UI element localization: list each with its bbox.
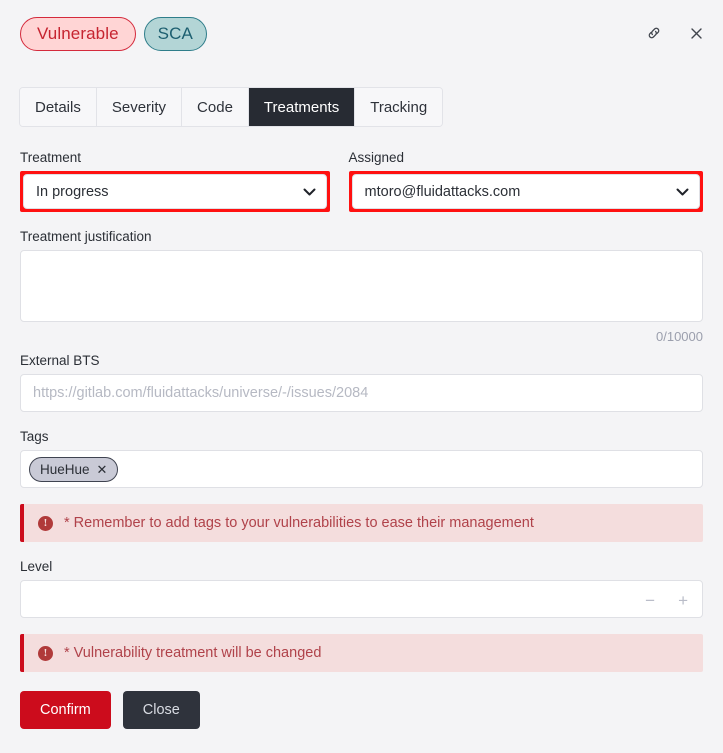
minus-icon[interactable]: − — [645, 592, 655, 609]
level-stepper-buttons: − + — [645, 581, 688, 619]
vulnerability-treatment-modal: Vulnerable SCA Details Severity Code Tre… — [0, 0, 723, 753]
justification-field-group: Treatment justification 0/10000 — [0, 229, 723, 344]
form-actions: Confirm Close — [20, 691, 200, 729]
tags-label: Tags — [20, 429, 49, 444]
external-bts-input[interactable] — [20, 374, 703, 412]
status-badges: Vulnerable SCA — [20, 17, 207, 51]
tab-tracking[interactable]: Tracking — [355, 88, 443, 126]
tab-code[interactable]: Code — [182, 88, 249, 126]
external-bts-field-group: External BTS — [0, 353, 723, 412]
status-badge-vulnerable: Vulnerable — [20, 17, 136, 51]
tags-reminder-alert-text: * Remember to add tags to your vulnerabi… — [64, 515, 534, 531]
treatment-change-alert: ! * Vulnerability treatment will be chan… — [20, 634, 703, 672]
assigned-field-group: Assigned mtoro@fluidattacks.com — [348, 150, 703, 212]
justification-textarea[interactable] — [20, 250, 703, 322]
tab-details[interactable]: Details — [20, 88, 97, 126]
plus-icon[interactable]: + — [678, 592, 688, 609]
modal-header: Vulnerable SCA — [0, 0, 723, 68]
selects-row: Treatment In progress Assigned mtoro@flu… — [0, 150, 723, 212]
level-field-group: Level − + — [0, 559, 723, 618]
tag-chip-label: HueHue — [40, 461, 90, 477]
treatment-field-group: Treatment In progress — [20, 150, 330, 212]
tags-field-group: Tags HueHue ✕ — [0, 429, 723, 488]
tags-input[interactable]: HueHue ✕ — [20, 450, 703, 488]
assigned-select[interactable]: mtoro@fluidattacks.com — [351, 174, 700, 209]
treatment-form: Treatment In progress Assigned mtoro@flu… — [0, 150, 723, 672]
external-bts-label: External BTS — [20, 353, 100, 368]
confirm-button[interactable]: Confirm — [20, 691, 111, 729]
treatment-change-alert-text: * Vulnerability treatment will be change… — [64, 645, 322, 661]
justification-counter: 0/10000 — [656, 329, 703, 344]
tag-remove-icon[interactable]: ✕ — [97, 463, 108, 476]
justification-label: Treatment justification — [20, 229, 152, 244]
treatment-highlight: In progress — [20, 171, 330, 212]
treatment-select[interactable]: In progress — [23, 174, 327, 209]
tag-chip: HueHue ✕ — [29, 456, 119, 482]
tab-bar: Details Severity Code Treatments Trackin… — [19, 87, 444, 127]
exclamation-circle-icon: ! — [38, 645, 53, 661]
exclamation-circle-icon: ! — [38, 515, 53, 531]
level-label: Level — [20, 559, 53, 574]
tab-severity[interactable]: Severity — [96, 88, 183, 126]
treatment-label: Treatment — [20, 150, 82, 165]
tags-reminder-alert: ! * Remember to add tags to your vulnera… — [20, 504, 703, 542]
assigned-label: Assigned — [348, 150, 405, 165]
close-button[interactable]: Close — [122, 691, 200, 729]
header-actions — [641, 20, 709, 46]
close-icon[interactable] — [683, 20, 709, 46]
link-icon[interactable] — [641, 20, 667, 46]
assigned-highlight: mtoro@fluidattacks.com — [348, 171, 703, 212]
level-stepper[interactable]: − + — [20, 580, 703, 618]
status-badge-sca: SCA — [143, 17, 207, 51]
tab-treatments[interactable]: Treatments — [248, 88, 356, 126]
